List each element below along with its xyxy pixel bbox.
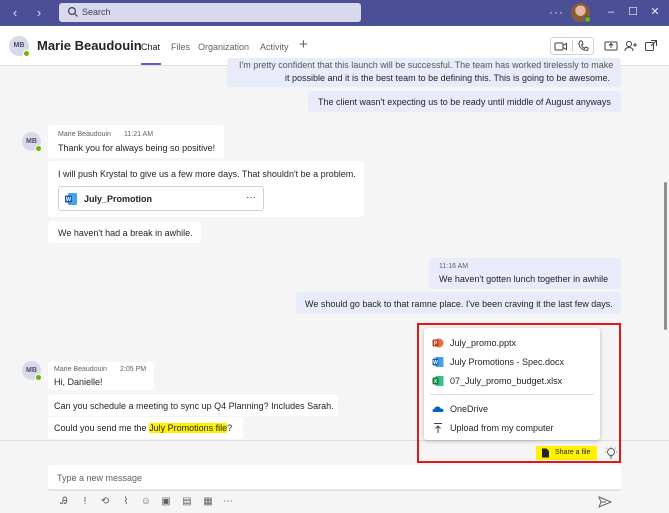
message-text: it possible and it is the best team to b…: [285, 73, 611, 83]
more-options-icon[interactable]: ···: [549, 5, 564, 19]
more-apps-icon[interactable]: ⋯: [222, 496, 234, 508]
back-arrow-icon[interactable]: ‹: [8, 5, 22, 21]
audio-call-icon[interactable]: [575, 38, 591, 54]
schedule-meeting-icon[interactable]: ▦: [202, 496, 214, 508]
tab-chat[interactable]: Chat: [141, 42, 160, 52]
message-text: We haven't gotten lunch together in awhi…: [439, 274, 609, 284]
text-segment: ?: [227, 423, 233, 433]
contact-name: Marie Beaudouin: [37, 38, 142, 53]
user-avatar[interactable]: [571, 3, 591, 23]
tab-files[interactable]: Files: [171, 42, 190, 52]
share-file-label: Share a file: [555, 449, 591, 456]
my-message[interactable]: The client wasn't expecting us to be rea…: [308, 91, 621, 112]
minimize-button[interactable]: –: [603, 4, 619, 20]
video-call-icon[interactable]: [553, 38, 569, 54]
lightbulb-icon[interactable]: [604, 446, 618, 460]
scrollbar-thumb[interactable]: [664, 182, 667, 330]
presence-available-icon: [35, 145, 42, 152]
file-more-icon[interactable]: ···: [246, 192, 256, 203]
divider: [572, 40, 573, 52]
message-text: The client wasn't expecting us to be rea…: [318, 97, 611, 107]
forward-arrow-icon[interactable]: ›: [32, 5, 46, 21]
my-message[interactable]: I'm pretty confident that this launch wi…: [227, 58, 621, 87]
contact-avatar[interactable]: MB: [9, 36, 30, 57]
title-bar: ‹ › Search ··· – ☐ ✕: [0, 0, 669, 26]
sticker-icon[interactable]: ▤: [181, 496, 193, 508]
add-people-icon[interactable]: [623, 38, 639, 54]
emoji-icon[interactable]: ☺: [140, 496, 152, 508]
message-time: 11:21 AM: [124, 131, 154, 138]
received-message[interactable]: Marie Beaudouin 2:05 PM Hi, Danielle!: [48, 362, 154, 390]
add-tab-button[interactable]: +: [299, 36, 308, 53]
search-input[interactable]: Search: [59, 3, 361, 22]
received-message[interactable]: We haven't had a break in awhile.: [48, 221, 201, 243]
svg-text:W: W: [66, 197, 72, 203]
highlighted-file-reference: July Promotions file: [149, 423, 228, 433]
message-compose-box[interactable]: Type a new message: [48, 465, 621, 491]
important-icon[interactable]: !: [79, 496, 91, 508]
message-text: Can you schedule a meeting to sync up Q4…: [54, 401, 334, 411]
word-file-icon: W: [65, 193, 77, 205]
share-screen-icon[interactable]: [603, 38, 619, 54]
avatar-initials: MB: [13, 42, 25, 49]
my-message[interactable]: We should go back to that ramne place. I…: [296, 292, 621, 314]
tab-organization[interactable]: Organization: [198, 42, 249, 52]
file-name: July_Promotion: [84, 194, 153, 204]
presence-available-icon: [35, 374, 42, 381]
file-attachment[interactable]: W July_Promotion ···: [58, 186, 264, 211]
message-time: 2:05 PM: [120, 366, 147, 373]
compose-placeholder: Type a new message: [57, 473, 143, 483]
file-icon: [542, 448, 549, 458]
text-segment: Could you send me the: [54, 423, 150, 433]
search-placeholder: Search: [82, 7, 111, 17]
message-text: We should go back to that ramne place. I…: [305, 299, 613, 309]
loop-component-icon[interactable]: ⟲: [99, 496, 111, 508]
presence-available-icon: [23, 50, 30, 57]
message-text: Hi, Danielle!: [54, 377, 103, 387]
my-message[interactable]: 11:16 AM We haven't gotten lunch togethe…: [429, 258, 621, 289]
presence-available-icon: [584, 16, 591, 23]
received-message[interactable]: Could you send me the July Promotions fi…: [48, 417, 243, 439]
search-icon: [67, 6, 78, 17]
share-file-button[interactable]: Share a file: [536, 446, 597, 460]
send-icon[interactable]: [598, 496, 612, 508]
avatar-initials: MB: [26, 138, 37, 145]
maximize-button[interactable]: ☐: [625, 4, 641, 20]
received-message[interactable]: Can you schedule a meeting to sync up Q4…: [48, 395, 338, 416]
sender-name: Marie Beaudouin: [54, 366, 107, 373]
sender-avatar[interactable]: MB: [22, 361, 42, 381]
sender-name: Marie Beaudouin: [58, 131, 111, 138]
message-time: 11:16 AM: [439, 263, 469, 270]
gif-icon[interactable]: ▣: [160, 496, 172, 508]
callout-box: [417, 323, 621, 463]
received-message[interactable]: Marie Beaudouin 11:21 AM Thank you for a…: [48, 125, 224, 158]
attach-icon[interactable]: ⌇: [120, 496, 132, 508]
message-text: Thank you for always being so positive!: [58, 143, 216, 153]
message-text: Could you send me the July Promotions fi…: [54, 423, 232, 433]
message-text: I will push Krystal to give us a few mor…: [58, 169, 356, 179]
message-text: I'm pretty confident that this launch wi…: [239, 60, 614, 70]
sender-avatar[interactable]: MB: [22, 132, 42, 152]
avatar-initials: MB: [26, 367, 37, 374]
message-text: We haven't had a break in awhile.: [58, 228, 193, 238]
pop-out-icon[interactable]: [643, 38, 659, 54]
tab-activity[interactable]: Activity: [260, 42, 289, 52]
format-icon[interactable]: Ꭿ: [58, 496, 70, 508]
active-tab-indicator: [141, 63, 161, 65]
close-button[interactable]: ✕: [647, 4, 663, 20]
